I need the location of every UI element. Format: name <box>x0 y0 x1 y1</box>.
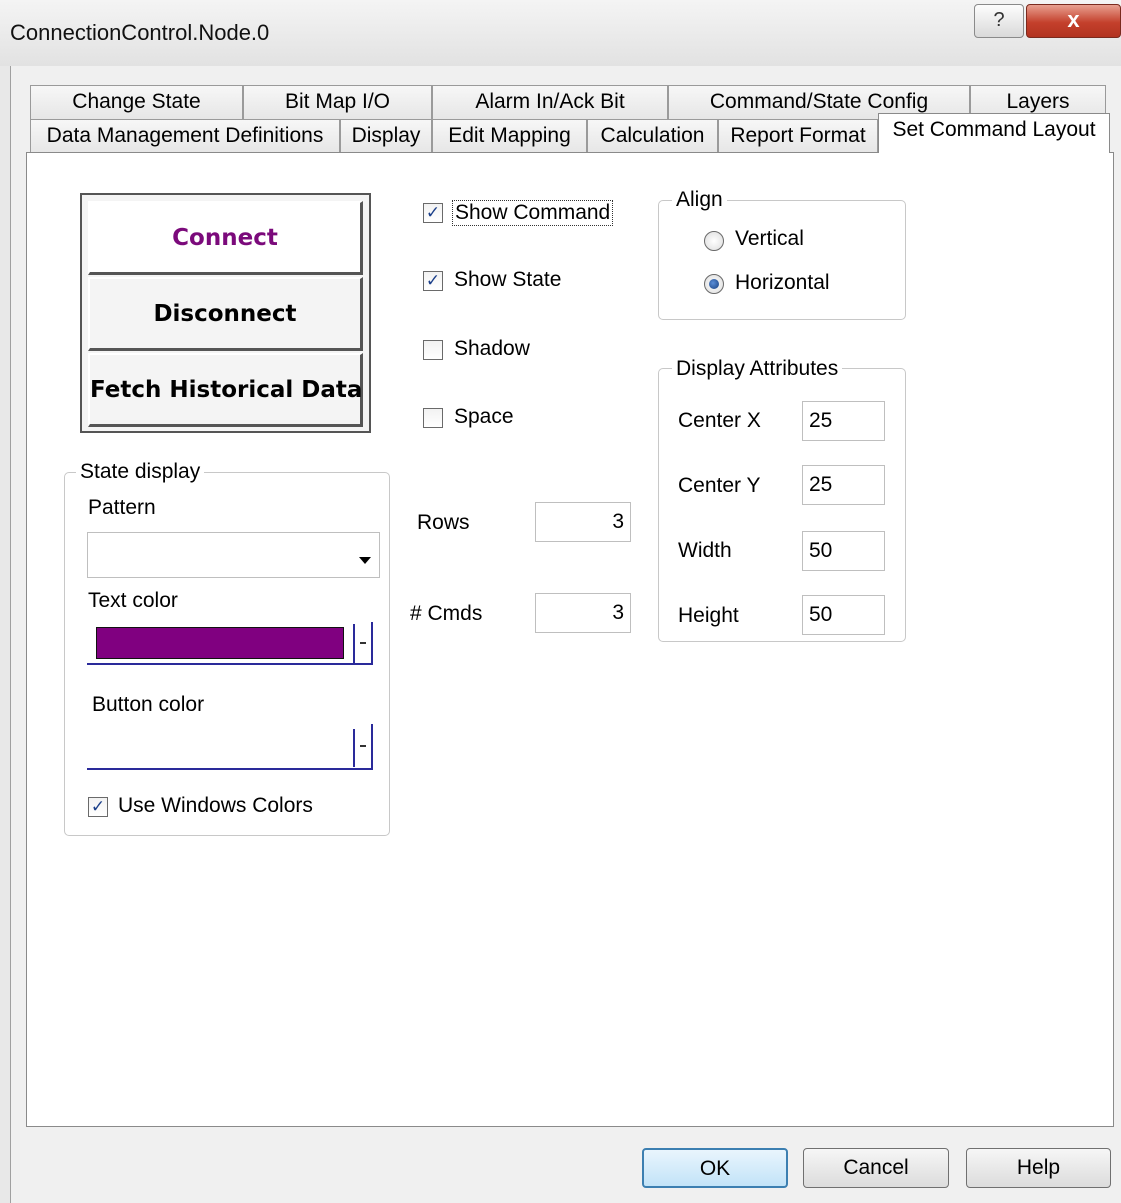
state-display-legend: State display <box>76 460 205 484</box>
cmds-input[interactable]: 3 <box>535 593 631 633</box>
tab-label: Layers <box>1006 90 1070 113</box>
tab-alarm-in-ack-bit[interactable]: Alarm In/Ack Bit <box>432 85 668 119</box>
text-color-underline <box>87 663 373 665</box>
tab-label: Set Command Layout <box>892 118 1096 141</box>
horizontal-radio[interactable] <box>704 274 724 294</box>
text-color-edge <box>371 622 373 664</box>
text-color-swatch[interactable] <box>96 627 344 659</box>
center-y-label: Center Y <box>678 474 761 497</box>
show-state-label[interactable]: Show State <box>454 268 561 292</box>
help-title-button[interactable]: ? <box>974 4 1024 38</box>
horizontal-label[interactable]: Horizontal <box>735 271 830 295</box>
tab-label: Change State <box>72 90 201 113</box>
height-label: Height <box>678 604 739 627</box>
cmds-label: # Cmds <box>410 602 483 625</box>
width-input[interactable]: 50 <box>802 531 885 571</box>
close-icon: x <box>1067 7 1080 32</box>
display-attributes-legend: Display Attributes <box>672 357 843 381</box>
tab-set-command-layout[interactable]: Set Command Layout <box>878 113 1110 153</box>
center-x-input[interactable]: 25 <box>802 401 885 441</box>
text-color-dropdown-icon[interactable] <box>360 642 366 644</box>
checkmark-icon: ✓ <box>425 203 441 222</box>
button-color-underline <box>87 768 373 770</box>
checkmark-icon: ✓ <box>90 797 106 816</box>
rows-input[interactable]: 3 <box>535 502 631 542</box>
tab-data-management-definitions[interactable]: Data Management Definitions <box>30 119 340 153</box>
tab-label: Command/State Config <box>709 90 929 113</box>
tab-report-format[interactable]: Report Format <box>718 119 878 153</box>
close-title-button[interactable]: x <box>1026 4 1121 38</box>
center-x-label: Center X <box>678 409 761 432</box>
pattern-label: Pattern <box>88 496 156 519</box>
rows-label: Rows <box>417 511 470 534</box>
cancel-button[interactable]: Cancel <box>803 1148 949 1188</box>
tab-label: Bit Map I/O <box>284 90 391 113</box>
tab-calculation[interactable]: Calculation <box>587 119 718 153</box>
shadow-label[interactable]: Shadow <box>454 337 530 361</box>
title-bar: ConnectionControl.Node.0 ? x <box>0 0 1121 66</box>
tab-label: Edit Mapping <box>448 124 571 147</box>
vertical-label[interactable]: Vertical <box>735 227 804 251</box>
tab-label: Alarm In/Ack Bit <box>475 90 625 113</box>
text-color-label: Text color <box>88 589 178 612</box>
tab-display[interactable]: Display <box>340 119 432 153</box>
width-label: Width <box>678 539 732 562</box>
tab-label: Data Management Definitions <box>46 124 324 147</box>
question-icon: ? <box>993 9 1005 31</box>
tab-edit-mapping[interactable]: Edit Mapping <box>432 119 587 153</box>
show-command-text: Show Command <box>455 201 611 224</box>
show-state-checkbox[interactable]: ✓ <box>423 271 443 291</box>
show-command-label[interactable]: Show Command <box>452 200 614 226</box>
align-legend: Align <box>672 188 727 212</box>
show-command-checkbox[interactable]: ✓ <box>423 203 443 223</box>
use-windows-colors-checkbox[interactable]: ✓ <box>88 797 108 817</box>
tab-label: Calculation <box>600 124 705 147</box>
height-input[interactable]: 50 <box>802 595 885 635</box>
command-preview: Connect Disconnect Fetch Historical Data <box>80 193 371 433</box>
align-group <box>658 200 906 320</box>
center-y-input[interactable]: 25 <box>802 465 885 505</box>
preview-fetch-historical-data-button: Fetch Historical Data <box>88 353 363 427</box>
vertical-radio[interactable] <box>704 231 724 251</box>
help-button[interactable]: Help <box>966 1148 1111 1188</box>
tab-label: Report Format <box>730 124 866 147</box>
button-color-divider <box>353 729 355 767</box>
checkmark-icon: ✓ <box>425 271 441 290</box>
button-color-dropdown-icon[interactable] <box>360 745 366 747</box>
preview-connect-button: Connect <box>88 201 363 275</box>
pattern-dropdown[interactable] <box>87 532 380 578</box>
window-title: ConnectionControl.Node.0 <box>10 20 270 45</box>
chevron-down-icon <box>359 557 371 564</box>
tab-change-state[interactable]: Change State <box>30 85 243 119</box>
preview-disconnect-button: Disconnect <box>88 277 363 351</box>
text-color-divider <box>353 624 355 664</box>
use-windows-colors-label[interactable]: Use Windows Colors <box>118 794 313 818</box>
tab-bit-map-io[interactable]: Bit Map I/O <box>243 85 432 119</box>
space-label[interactable]: Space <box>454 405 514 429</box>
shadow-checkbox[interactable] <box>423 340 443 360</box>
tab-label: Display <box>351 124 421 147</box>
button-color-label: Button color <box>92 693 205 716</box>
window-left-edge <box>0 66 10 1203</box>
space-checkbox[interactable] <box>423 408 443 428</box>
ok-button[interactable]: OK <box>642 1148 788 1188</box>
button-color-edge <box>371 724 373 769</box>
